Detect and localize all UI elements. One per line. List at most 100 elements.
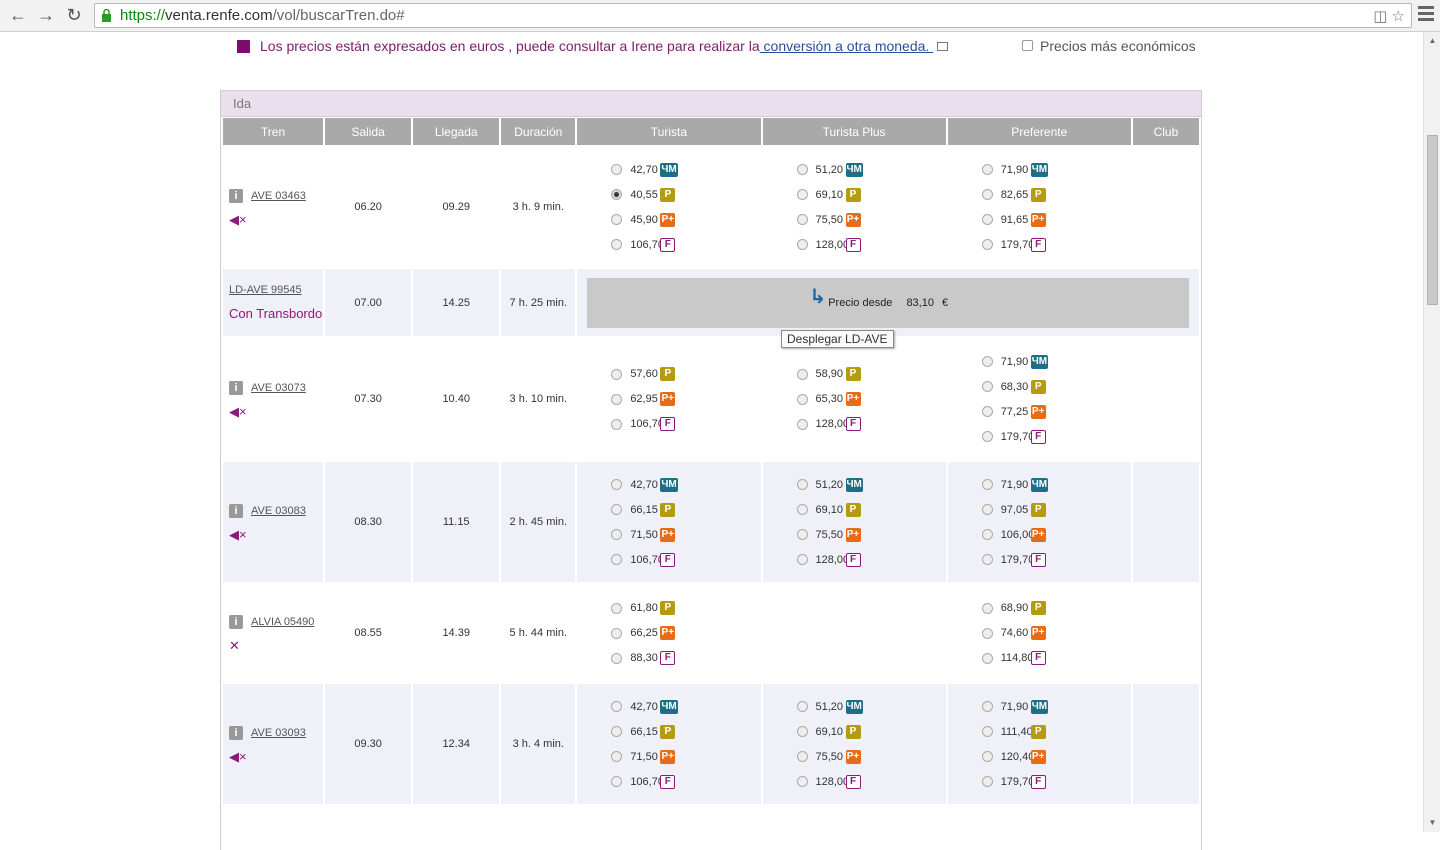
fare-option[interactable]: 71,50 P+ [611,744,760,769]
fare-radio[interactable] [611,214,623,225]
fare-option[interactable]: 69,10 P [796,182,946,207]
fare-radio[interactable] [981,751,993,762]
fare-option[interactable]: 66,15 P [611,719,760,744]
fare-option[interactable]: 75,50 P+ [796,522,946,547]
fare-option[interactable]: 128,00 F [796,412,946,437]
fare-radio[interactable] [981,381,993,392]
fare-option[interactable]: 62,95 P+ [611,387,760,412]
menu-icon[interactable] [1418,6,1434,24]
reload-icon[interactable]: ↻ [62,4,86,26]
back-icon[interactable]: ← [6,4,30,26]
fare-radio[interactable] [981,726,993,737]
info-icon[interactable]: i [229,381,243,395]
fare-radio[interactable] [796,751,808,762]
fare-radio[interactable] [796,368,808,380]
external-window-icon[interactable] [937,42,949,51]
fare-option[interactable]: 58,90 P [796,362,946,387]
scroll-down-icon[interactable]: ▼ [1424,816,1440,830]
fare-option[interactable]: 68,90 P [981,596,1131,621]
fare-option[interactable]: 71,90 ЧМ [981,472,1131,497]
fare-option[interactable]: 51,20 ЧМ [796,694,946,719]
page-scrollbar[interactable]: ▲ ▼ [1423,32,1440,832]
fare-radio[interactable] [981,627,993,639]
fare-option[interactable]: 65,30 P+ [796,387,946,412]
fare-radio[interactable] [611,701,623,712]
fare-radio[interactable] [611,239,623,250]
fare-radio[interactable] [981,214,993,225]
train-link[interactable]: AVE 03093 [251,727,306,739]
train-link[interactable]: AVE 03463 [251,190,306,202]
fare-radio[interactable] [796,164,808,175]
fare-radio[interactable] [981,189,993,200]
fare-radio[interactable] [611,652,623,664]
fare-option[interactable]: 120,40 P+ [981,744,1131,769]
train-link[interactable]: AVE 03073 [251,382,306,394]
fare-radio[interactable] [796,554,808,565]
forward-icon[interactable]: → [34,4,58,26]
cheapest-prices-checkbox[interactable] [1022,40,1033,51]
fare-option[interactable]: 179,70 F [981,547,1131,572]
fare-option[interactable]: 57,60 P [611,362,760,387]
fare-radio[interactable] [981,431,993,442]
fare-option[interactable]: 82,65 P [981,182,1131,207]
fare-option[interactable]: 42,70 ЧМ [611,694,760,719]
fare-option[interactable]: 40,55 P [611,182,760,207]
fare-option[interactable]: 68,30 P [981,374,1131,399]
fare-radio[interactable] [981,529,993,540]
star-icon[interactable]: ☆ [1392,8,1405,25]
train-link[interactable]: LD-AVE 99545 [229,284,302,296]
fare-option[interactable]: 106,70 F [611,547,760,572]
fare-radio[interactable] [611,393,623,405]
fare-option[interactable]: 75,50 P+ [796,744,946,769]
fare-option[interactable]: 42,70 ЧМ [611,157,760,182]
fare-option[interactable]: 106,70 F [611,232,760,257]
fare-option[interactable]: 88,30 F [611,646,760,671]
fare-radio[interactable] [981,554,993,565]
fare-radio[interactable] [611,726,623,737]
scroll-thumb[interactable] [1427,135,1438,305]
fare-option[interactable]: 106,70 F [611,769,760,794]
fare-radio[interactable] [796,393,808,405]
fare-option[interactable]: 69,10 P [796,719,946,744]
fare-radio[interactable] [981,406,993,417]
fare-radio[interactable] [981,602,993,614]
currency-conversion-link[interactable]: conversión a otra moneda. [760,38,934,54]
fare-radio[interactable] [611,189,623,200]
info-icon[interactable]: i [229,189,243,203]
fare-radio[interactable] [796,418,808,430]
fare-radio[interactable] [611,479,623,490]
expand-connection-button[interactable]: ↳ Precio desde 83,10 € [587,277,1189,328]
fare-option[interactable]: 128,00 F [796,547,946,572]
fare-option[interactable]: 179,70 F [981,424,1131,449]
fare-radio[interactable] [611,418,623,430]
scroll-up-icon[interactable]: ▲ [1424,34,1440,48]
fare-radio[interactable] [611,368,623,380]
expand-connection-cell[interactable]: ↳ Precio desde 83,10 € [577,269,1199,336]
fare-radio[interactable] [796,529,808,540]
fare-radio[interactable] [796,701,808,712]
fare-option[interactable]: 74,60 P+ [981,621,1131,646]
fare-option[interactable]: 71,90 ЧМ [981,349,1131,374]
fare-option[interactable]: 51,20 ЧМ [796,157,946,182]
fare-option[interactable]: 128,00 F [796,232,946,257]
fare-option[interactable]: 45,90 P+ [611,207,760,232]
fare-option[interactable]: 97,05 P [981,497,1131,522]
fare-option[interactable]: 42,70 ЧМ [611,472,760,497]
fare-option[interactable]: 179,70 F [981,769,1131,794]
fare-radio[interactable] [796,189,808,200]
fare-radio[interactable] [611,751,623,762]
fare-radio[interactable] [796,214,808,225]
fare-option[interactable]: 77,25 P+ [981,399,1131,424]
fare-radio[interactable] [796,479,808,490]
fare-radio[interactable] [611,164,623,175]
fare-radio[interactable] [611,504,623,515]
fare-option[interactable]: 69,10 P [796,497,946,522]
fare-option[interactable]: 66,25 P+ [611,621,760,646]
fare-radio[interactable] [981,652,993,664]
fare-option[interactable]: 106,00 P+ [981,522,1131,547]
train-link[interactable]: AVE 03083 [251,505,306,517]
fare-radio[interactable] [611,776,623,787]
fare-radio[interactable] [981,356,993,367]
translate-icon[interactable]: ◫ [1373,8,1387,25]
fare-option[interactable]: 91,65 P+ [981,207,1131,232]
